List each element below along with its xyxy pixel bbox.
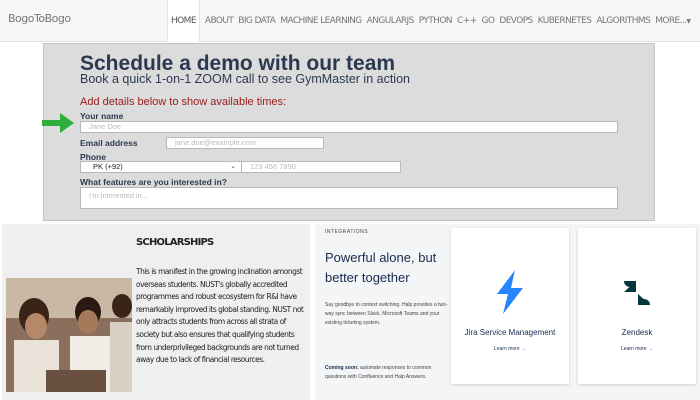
main-nav: HOME ABOUT BIG DATA MACHINE LEARNING ANG… bbox=[167, 0, 695, 42]
scholarships-title: SCHOLARSHIPS bbox=[136, 237, 214, 248]
students-photo-art bbox=[6, 278, 132, 392]
jira-card-name: Jira Service Management bbox=[464, 328, 556, 337]
nav-devops[interactable]: DEVOPS bbox=[499, 16, 533, 26]
nav-angularjs[interactable]: ANGULARJS bbox=[367, 16, 415, 26]
jira-card[interactable]: Jira Service Management Learn more → bbox=[451, 228, 569, 384]
integrations-eyebrow: INTEGRATIONS bbox=[325, 229, 369, 235]
nav-big-data[interactable]: BIG DATA bbox=[238, 16, 276, 26]
chevron-down-icon: ⌄ bbox=[230, 163, 236, 170]
brand-logo[interactable]: BogoToBogo bbox=[8, 12, 71, 25]
features-label: What features are you interested in? bbox=[80, 177, 227, 187]
nav-go[interactable]: GO bbox=[482, 16, 495, 26]
demo-subtitle: Book a quick 1-on-1 ZOOM call to see Gym… bbox=[80, 72, 410, 86]
features-textarea[interactable]: I'm interested in... bbox=[80, 187, 618, 209]
nav-about[interactable]: ABOUT bbox=[205, 16, 234, 26]
email-input[interactable]: jane.doe@example.com bbox=[166, 137, 324, 149]
phone-number-input[interactable]: 123 456 7890 bbox=[241, 161, 401, 173]
nav-machine-learning[interactable]: MACHINE LEARNING bbox=[280, 16, 362, 26]
nav-more[interactable]: MORE...▼ bbox=[655, 16, 691, 26]
nav-kubernetes[interactable]: KUBERNETES bbox=[538, 16, 592, 26]
zendesk-card-name: Zendesk bbox=[621, 328, 653, 337]
green-arrow-icon bbox=[42, 113, 74, 133]
name-input[interactable]: Jane Doe bbox=[80, 121, 618, 133]
students-photo bbox=[6, 278, 132, 392]
integrations-section: INTEGRATIONS Powerful alone, but better … bbox=[315, 224, 700, 400]
nav-more-label: MORE... bbox=[655, 16, 687, 26]
top-navbar: BogoToBogo HOME ABOUT BIG DATA MACHINE L… bbox=[0, 0, 700, 42]
nav-python[interactable]: PYTHON bbox=[419, 16, 453, 26]
phone-country-select[interactable]: PK (+92) ⌄ bbox=[80, 161, 242, 173]
integrations-coming-soon: Coming soon: automate responses to commo… bbox=[325, 364, 450, 382]
integrations-heading: Powerful alone, but better together bbox=[325, 250, 437, 285]
name-label: Your name bbox=[80, 111, 124, 121]
demo-ad-panel: Schedule a demo with our team Book a qui… bbox=[43, 43, 655, 221]
caret-down-icon: ▼ bbox=[686, 18, 691, 25]
zendesk-icon bbox=[624, 281, 650, 305]
scholarships-card: SCHOLARSHIPS This is manifest in the gro… bbox=[2, 224, 310, 400]
email-label: Email address bbox=[80, 138, 138, 148]
jira-learn-more-link[interactable]: Learn more → bbox=[451, 346, 569, 352]
nav-home[interactable]: HOME bbox=[167, 0, 200, 42]
zendesk-learn-more-link[interactable]: Learn more → bbox=[578, 346, 696, 352]
scholarships-text: This is manifest in the growing inclinat… bbox=[136, 267, 304, 365]
nav-cpp[interactable]: C++ bbox=[457, 16, 477, 26]
demo-add-details: Add details below to show available time… bbox=[80, 96, 287, 108]
coming-soon-label: Coming soon: bbox=[325, 365, 359, 371]
nav-algorithms[interactable]: ALGORITHMS bbox=[596, 16, 650, 26]
phone-country-value: PK (+92) bbox=[93, 162, 123, 171]
zendesk-card[interactable]: Zendesk Learn more → bbox=[578, 228, 696, 384]
jira-icon bbox=[497, 270, 523, 314]
integrations-body: Say goodbye to context switching. Halp p… bbox=[325, 302, 448, 326]
